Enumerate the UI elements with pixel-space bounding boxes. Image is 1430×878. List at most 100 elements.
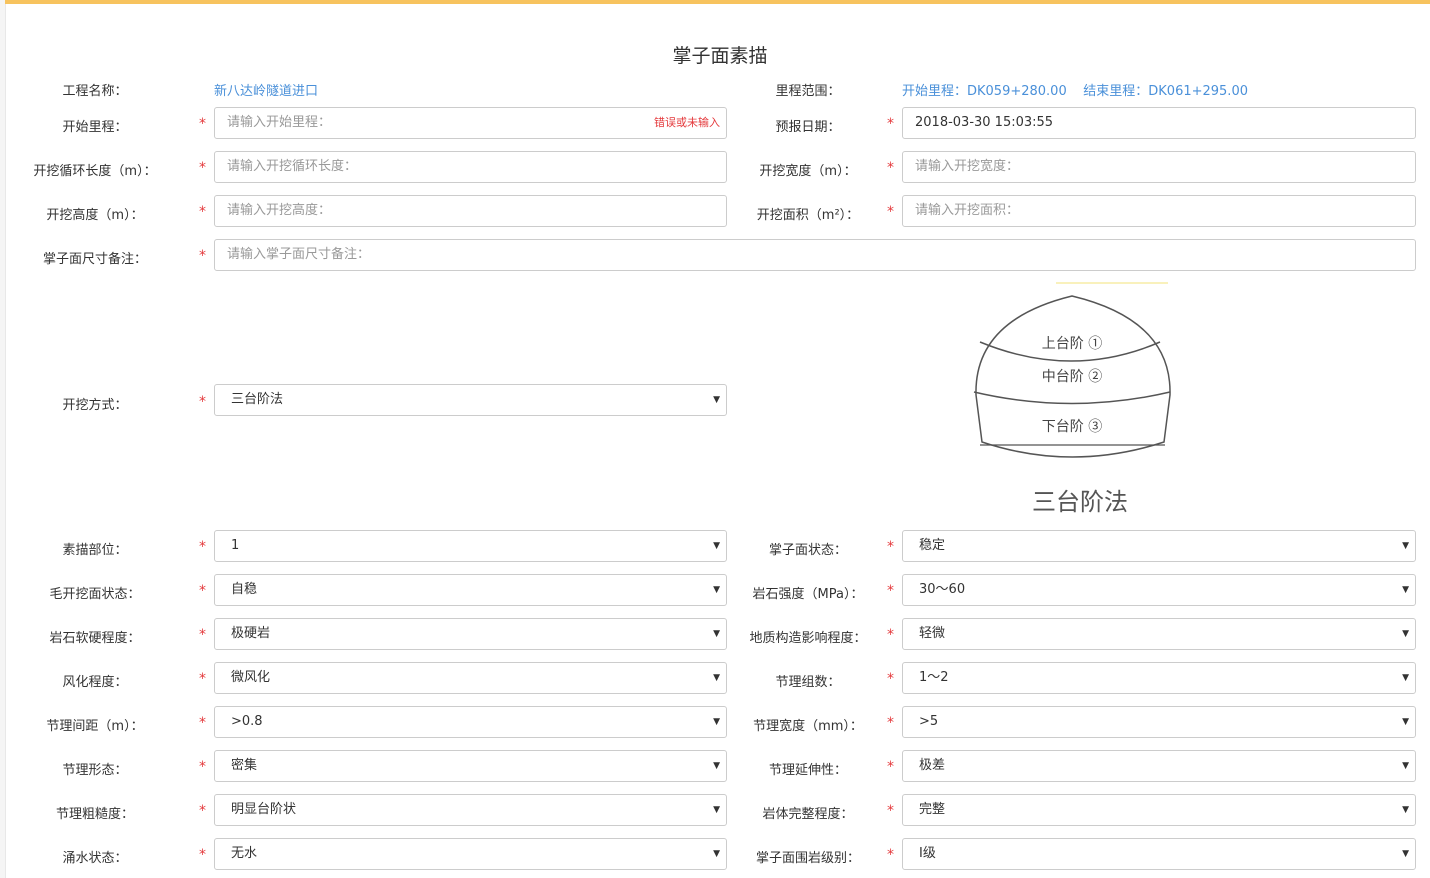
- right-select-label: 掌子面围岩级别：: [755, 851, 860, 866]
- select-value: >5: [919, 714, 939, 729]
- area-input[interactable]: 请输入开挖面积：: [902, 195, 1416, 227]
- chevron-down-icon: ▼: [1402, 673, 1409, 683]
- required-mark: *: [199, 759, 206, 775]
- select-value: 明显台阶状: [231, 802, 297, 817]
- range-label: 里程范围：: [775, 84, 841, 99]
- area-label: 开挖面积（m²）：: [756, 208, 860, 223]
- left-select-label: 节理形态：: [62, 763, 128, 778]
- range-value: 开始里程：DK059+280.00 结束里程：DK061+295.00: [902, 84, 1248, 99]
- cycle-length-input[interactable]: 请输入开挖循环长度：: [214, 151, 727, 183]
- required-mark: *: [887, 759, 894, 775]
- select-value: 30～60: [919, 582, 966, 597]
- left-select-label: 节理间距（m）：: [46, 719, 144, 734]
- right-select[interactable]: 完整 ▼: [902, 794, 1416, 826]
- select-value: 密集: [231, 758, 258, 773]
- chevron-down-icon: ▼: [1402, 761, 1409, 771]
- select-value: Ⅰ级: [919, 846, 936, 861]
- chevron-down-icon: ▼: [1402, 541, 1409, 551]
- start-mileage-input[interactable]: 请输入开始里程： 错误或未输入: [214, 107, 727, 139]
- required-mark: *: [887, 160, 894, 176]
- required-mark: *: [199, 583, 206, 599]
- required-mark: *: [199, 627, 206, 643]
- required-mark: *: [199, 803, 206, 819]
- tunnel-section-sketch: 上台阶 ① 中台阶 ② 下台阶 ③ 三台阶法: [973, 282, 1171, 516]
- size-note-label: 掌子面尺寸备注：: [42, 252, 147, 267]
- error-message: 错误或未输入: [654, 116, 720, 129]
- middle-bench-label: 中台阶 ②: [1042, 369, 1102, 385]
- width-label: 开挖宽度（m）：: [759, 164, 857, 179]
- left-select-label: 素描部位：: [62, 543, 128, 558]
- required-mark: *: [887, 671, 894, 687]
- required-mark: *: [887, 204, 894, 220]
- select-value: 极硬岩: [231, 626, 271, 641]
- lower-bench-label: 下台阶 ③: [1042, 419, 1102, 435]
- method-select[interactable]: 三台阶法 ▼: [214, 384, 727, 416]
- cycle-length-label: 开挖循环长度（m）：: [33, 164, 157, 179]
- required-mark: *: [887, 847, 894, 863]
- start-mileage-placeholder: 请输入开始里程：: [227, 115, 332, 130]
- required-mark: *: [199, 671, 206, 687]
- chevron-down-icon: ▼: [1402, 849, 1409, 859]
- required-mark: *: [199, 248, 206, 264]
- select-value: 完整: [919, 802, 946, 817]
- left-select-label: 节理粗糙度：: [55, 807, 134, 822]
- right-select-label: 节理延伸性：: [768, 763, 847, 778]
- chevron-down-icon: ▼: [1402, 585, 1409, 595]
- required-mark: *: [887, 116, 894, 132]
- select-value: 极差: [919, 758, 946, 773]
- required-mark: *: [887, 627, 894, 643]
- chevron-down-icon: ▼: [1402, 717, 1409, 727]
- required-mark: *: [199, 116, 206, 132]
- right-select[interactable]: >5 ▼: [902, 706, 1416, 738]
- right-select[interactable]: 稳定 ▼: [902, 530, 1416, 562]
- select-value: 稳定: [919, 538, 946, 553]
- required-mark: *: [887, 539, 894, 555]
- required-mark: *: [199, 539, 206, 555]
- right-select[interactable]: 轻微 ▼: [902, 618, 1416, 650]
- left-select[interactable]: 自稳 ▼: [214, 574, 727, 606]
- method-label: 开挖方式：: [62, 398, 128, 413]
- left-select[interactable]: 密集 ▼: [214, 750, 727, 782]
- select-value: 无水: [231, 846, 258, 861]
- right-select-label: 地质构造影响程度：: [749, 631, 867, 646]
- project-label: 工程名称：: [62, 84, 128, 99]
- right-select[interactable]: 1～2 ▼: [902, 662, 1416, 694]
- page-title: 掌子面素描: [672, 45, 768, 67]
- select-value: >0.8: [231, 714, 263, 729]
- report-date-input[interactable]: 2018-03-30 15:03:55: [902, 107, 1416, 139]
- required-mark: *: [887, 715, 894, 731]
- start-mileage-label: 开始里程：: [62, 120, 128, 135]
- right-select[interactable]: Ⅰ级 ▼: [902, 838, 1416, 870]
- chevron-down-icon: ▼: [1402, 629, 1409, 639]
- required-mark: *: [199, 715, 206, 731]
- height-label: 开挖高度（m）：: [46, 208, 144, 223]
- size-note-input[interactable]: 请输入掌子面尺寸备注：: [214, 239, 1416, 271]
- right-select-label: 掌子面状态：: [768, 543, 847, 558]
- chevron-down-icon: ▼: [713, 395, 720, 405]
- left-select[interactable]: 极硬岩 ▼: [214, 618, 727, 650]
- right-select[interactable]: 极差 ▼: [902, 750, 1416, 782]
- right-select-label: 岩体完整程度：: [762, 807, 854, 822]
- left-select[interactable]: 无水 ▼: [214, 838, 727, 870]
- left-select-label: 风化程度：: [62, 675, 128, 690]
- select-value: 微风化: [231, 670, 271, 685]
- required-mark: *: [199, 160, 206, 176]
- select-value: 1～2: [919, 670, 949, 685]
- left-select[interactable]: 微风化 ▼: [214, 662, 727, 694]
- right-select-label: 节理组数：: [775, 675, 841, 690]
- left-select[interactable]: 1 ▼: [214, 530, 727, 562]
- left-select[interactable]: >0.8 ▼: [214, 706, 727, 738]
- height-input[interactable]: 请输入开挖高度：: [214, 195, 727, 227]
- left-select-label: 涌水状态：: [62, 851, 128, 866]
- top-accent-bar: [5, 0, 1430, 4]
- required-mark: *: [887, 583, 894, 599]
- report-date-label: 预报日期：: [775, 120, 841, 135]
- right-select[interactable]: 30～60 ▼: [902, 574, 1416, 606]
- left-select-label: 岩石软硬程度：: [49, 631, 141, 646]
- required-mark: *: [199, 394, 206, 410]
- select-value: 自稳: [231, 582, 258, 597]
- required-mark: *: [199, 204, 206, 220]
- select-value: 轻微: [919, 626, 946, 641]
- left-select[interactable]: 明显台阶状 ▼: [214, 794, 727, 826]
- width-input[interactable]: 请输入开挖宽度：: [902, 151, 1416, 183]
